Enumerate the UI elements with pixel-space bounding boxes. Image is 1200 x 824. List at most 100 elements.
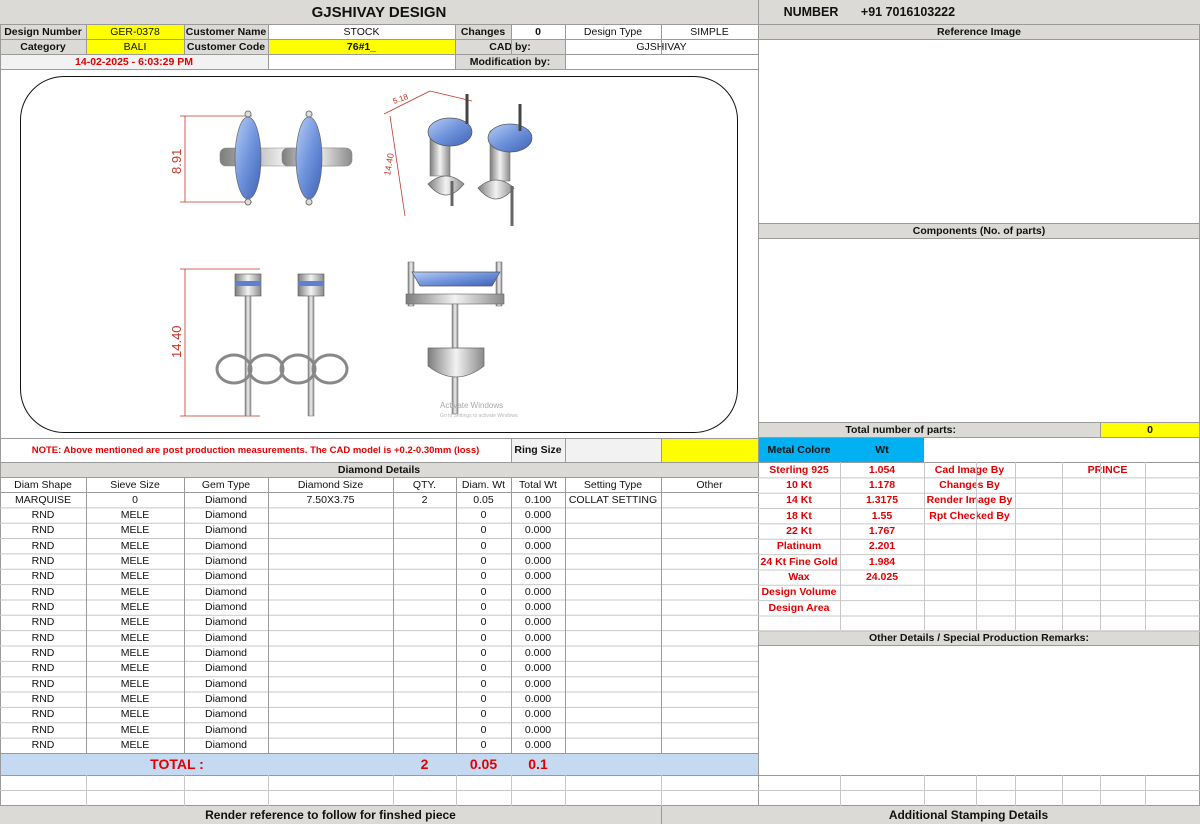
diamond-table-cell[interactable] bbox=[661, 722, 758, 737]
diamond-table-cell[interactable] bbox=[393, 722, 456, 737]
diamond-table-cell[interactable]: RND bbox=[0, 584, 86, 599]
diamond-table-cell[interactable]: 0 bbox=[456, 738, 511, 753]
diamond-table-cell[interactable]: Diamond bbox=[184, 738, 268, 753]
diamond-table-cell[interactable]: 0 bbox=[456, 553, 511, 568]
diamond-table-cell[interactable]: 0.000 bbox=[511, 630, 565, 645]
diamond-table-cell[interactable]: 0.000 bbox=[511, 707, 565, 722]
ring-size-field[interactable] bbox=[565, 438, 661, 462]
role-value[interactable] bbox=[1015, 477, 1200, 492]
diamond-table-cell[interactable]: MELE bbox=[86, 661, 184, 676]
diamond-table-cell[interactable]: RND bbox=[0, 599, 86, 614]
diamond-table-cell[interactable]: MELE bbox=[86, 599, 184, 614]
diamond-table-cell[interactable]: 0 bbox=[456, 569, 511, 584]
role-value[interactable] bbox=[1015, 493, 1200, 508]
role-value[interactable]: PRINCE bbox=[1015, 462, 1200, 477]
diamond-table-cell[interactable] bbox=[268, 553, 393, 568]
diamond-table-cell[interactable] bbox=[661, 615, 758, 630]
diamond-table-cell[interactable] bbox=[661, 569, 758, 584]
customer-name-value[interactable]: STOCK bbox=[268, 24, 455, 39]
diamond-table-cell[interactable]: MELE bbox=[86, 722, 184, 737]
diamond-table-cell[interactable] bbox=[661, 738, 758, 753]
diamond-table-cell[interactable] bbox=[661, 538, 758, 553]
diamond-table-cell[interactable] bbox=[565, 553, 661, 568]
diamond-table-cell[interactable] bbox=[393, 661, 456, 676]
diamond-table-cell[interactable]: 7.50X3.75 bbox=[268, 492, 393, 507]
diamond-table-cell[interactable] bbox=[661, 599, 758, 614]
diamond-table-cell[interactable] bbox=[565, 692, 661, 707]
diamond-table-cell[interactable]: 0.000 bbox=[511, 676, 565, 691]
diamond-table-cell[interactable]: 0.100 bbox=[511, 492, 565, 507]
cad-by-value[interactable]: GJSHIVAY bbox=[565, 39, 758, 54]
diamond-table-cell[interactable] bbox=[393, 569, 456, 584]
diamond-table-cell[interactable]: Diamond bbox=[184, 676, 268, 691]
diamond-table-cell[interactable]: RND bbox=[0, 707, 86, 722]
diamond-table-cell[interactable]: MELE bbox=[86, 615, 184, 630]
diamond-table-cell[interactable]: MELE bbox=[86, 553, 184, 568]
diamond-table-cell[interactable] bbox=[268, 738, 393, 753]
diamond-table-cell[interactable]: MELE bbox=[86, 646, 184, 661]
diamond-table-cell[interactable]: Diamond bbox=[184, 599, 268, 614]
diamond-table-cell[interactable]: Diamond bbox=[184, 707, 268, 722]
diamond-table-cell[interactable]: MELE bbox=[86, 630, 184, 645]
diamond-table-cell[interactable] bbox=[565, 630, 661, 645]
diamond-table-cell[interactable]: 0 bbox=[456, 507, 511, 522]
diamond-table-cell[interactable]: RND bbox=[0, 569, 86, 584]
diamond-table-cell[interactable] bbox=[268, 599, 393, 614]
diamond-table-cell[interactable]: 0.000 bbox=[511, 661, 565, 676]
diamond-table-cell[interactable] bbox=[393, 538, 456, 553]
category-value[interactable]: BALI bbox=[86, 39, 184, 54]
diamond-table-cell[interactable]: 2 bbox=[393, 492, 456, 507]
diamond-table-cell[interactable] bbox=[393, 676, 456, 691]
diamond-table-cell[interactable] bbox=[661, 661, 758, 676]
diamond-table-cell[interactable] bbox=[268, 722, 393, 737]
diamond-table-cell[interactable] bbox=[268, 538, 393, 553]
diamond-table-cell[interactable] bbox=[565, 507, 661, 522]
diamond-table-cell[interactable] bbox=[565, 646, 661, 661]
diamond-table-cell[interactable]: 0 bbox=[456, 584, 511, 599]
diamond-table-cell[interactable]: Diamond bbox=[184, 646, 268, 661]
diamond-table-cell[interactable] bbox=[661, 630, 758, 645]
diamond-table-cell[interactable] bbox=[268, 692, 393, 707]
diamond-table-cell[interactable]: MELE bbox=[86, 538, 184, 553]
metal-weight[interactable]: 1.3175 bbox=[840, 493, 924, 508]
diamond-table-cell[interactable] bbox=[565, 523, 661, 538]
metal-weight[interactable] bbox=[840, 600, 924, 615]
diamond-table-cell[interactable] bbox=[393, 646, 456, 661]
metal-weight[interactable]: 2.201 bbox=[840, 539, 924, 554]
diamond-table-cell[interactable] bbox=[565, 569, 661, 584]
diamond-table-cell[interactable]: Diamond bbox=[184, 584, 268, 599]
diamond-table-cell[interactable]: MELE bbox=[86, 692, 184, 707]
diamond-table-cell[interactable]: Diamond bbox=[184, 553, 268, 568]
diamond-table-cell[interactable] bbox=[393, 523, 456, 538]
diamond-table-cell[interactable]: MELE bbox=[86, 569, 184, 584]
diamond-table-cell[interactable]: 0.000 bbox=[511, 584, 565, 599]
diamond-table-cell[interactable] bbox=[268, 569, 393, 584]
diamond-table-cell[interactable]: 0 bbox=[456, 707, 511, 722]
changes-value[interactable]: 0 bbox=[511, 24, 565, 39]
diamond-table-cell[interactable]: 0 bbox=[456, 722, 511, 737]
diamond-table-cell[interactable]: RND bbox=[0, 523, 86, 538]
diamond-table-cell[interactable] bbox=[661, 584, 758, 599]
diamond-table-cell[interactable]: 0.05 bbox=[456, 492, 511, 507]
diamond-table-cell[interactable]: 0.000 bbox=[511, 692, 565, 707]
diamond-table-cell[interactable] bbox=[565, 676, 661, 691]
diamond-table-cell[interactable] bbox=[393, 615, 456, 630]
diamond-table-cell[interactable]: 0 bbox=[456, 692, 511, 707]
diamond-table-cell[interactable]: 0 bbox=[456, 615, 511, 630]
diamond-table-cell[interactable]: Diamond bbox=[184, 630, 268, 645]
diamond-table-cell[interactable] bbox=[393, 630, 456, 645]
diamond-table-cell[interactable] bbox=[268, 707, 393, 722]
diamond-table-cell[interactable] bbox=[661, 507, 758, 522]
customer-code-value[interactable]: 76#1_ bbox=[268, 39, 455, 54]
diamond-table-cell[interactable]: MARQUISE bbox=[0, 492, 86, 507]
diamond-table-cell[interactable] bbox=[268, 661, 393, 676]
diamond-table-cell[interactable]: 0.000 bbox=[511, 615, 565, 630]
diamond-table-cell[interactable] bbox=[661, 676, 758, 691]
diamond-table-cell[interactable]: 0.000 bbox=[511, 553, 565, 568]
diamond-table-cell[interactable] bbox=[661, 707, 758, 722]
diamond-table-cell[interactable]: 0 bbox=[456, 646, 511, 661]
diamond-table-cell[interactable]: 0.000 bbox=[511, 538, 565, 553]
diamond-table-cell[interactable] bbox=[393, 738, 456, 753]
diamond-table-cell[interactable] bbox=[268, 615, 393, 630]
diamond-table-cell[interactable]: 0 bbox=[86, 492, 184, 507]
